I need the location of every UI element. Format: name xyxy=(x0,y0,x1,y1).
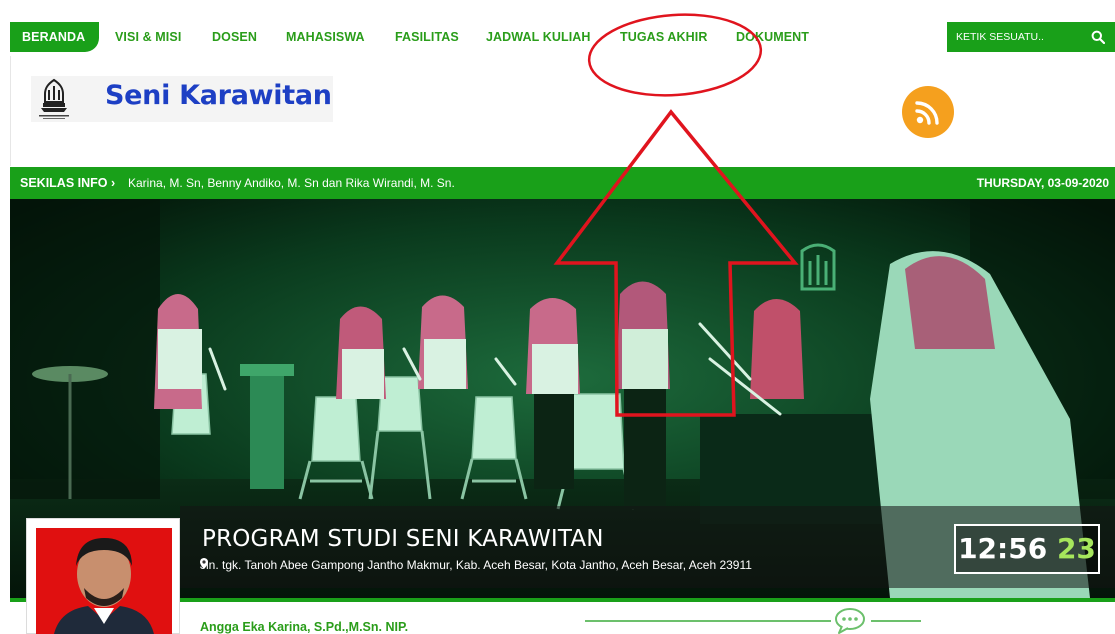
divider-line-right xyxy=(871,620,921,622)
search-box xyxy=(947,22,1115,52)
address: Jln. tgk. Tanoh Abee Gampong Jantho Makm… xyxy=(200,558,752,572)
nav-item-dosen[interactable]: DOSEN xyxy=(212,22,257,52)
rss-button[interactable] xyxy=(902,86,954,138)
search-button[interactable] xyxy=(1083,22,1113,52)
digital-clock: 12:56 23 xyxy=(954,524,1100,574)
nav-item-beranda[interactable]: BERANDA xyxy=(10,22,100,52)
top-navigation: BERANDA VISI & MISI DOSEN MAHASISWA FASI… xyxy=(10,20,1115,54)
current-date: THURSDAY, 03-09-2020 xyxy=(976,176,1109,190)
comment-icon xyxy=(835,608,865,634)
address-text: Jln. tgk. Tanoh Abee Gampong Jantho Makm… xyxy=(200,558,752,572)
ticker-label: SEKILAS INFO › xyxy=(20,176,116,190)
search-input[interactable] xyxy=(947,22,1077,52)
nav-item-mahasiswa[interactable]: MAHASISWA xyxy=(286,22,365,52)
news-ticker: SEKILAS INFO › Karina, M. Sn, Benny Andi… xyxy=(10,167,1115,199)
site-header: Seni Karawitan xyxy=(10,56,1115,166)
search-icon xyxy=(1091,30,1105,44)
nav-item-tugas-akhir[interactable]: TUGAS AKHIR xyxy=(620,22,707,52)
nav-item-fasilitas[interactable]: FASILITAS xyxy=(395,22,459,52)
divider-line-left xyxy=(585,620,831,622)
hero-caption: PROGRAM STUDI SENI KARAWITAN Jln. tgk. T… xyxy=(180,506,1115,588)
nav-item-visi-misi[interactable]: VISI & MISI xyxy=(115,22,181,52)
ticker-text[interactable]: Karina, M. Sn, Benny Andiko, M. Sn dan R… xyxy=(128,167,455,199)
avatar[interactable] xyxy=(26,518,180,634)
location-pin-icon xyxy=(200,558,208,569)
nav-item-jadwal-kuliah[interactable]: JADWAL KULIAH xyxy=(486,22,591,52)
program-title: PROGRAM STUDI SENI KARAWITAN xyxy=(202,526,604,552)
site-title: Seni Karawitan xyxy=(105,80,332,111)
clock-hours-minutes: 12:56 xyxy=(958,532,1048,565)
site-logo[interactable]: Seni Karawitan xyxy=(31,76,333,122)
institute-emblem-icon xyxy=(39,78,69,119)
profile-photo xyxy=(36,528,172,634)
nav-item-dokument[interactable]: DOKUMENT xyxy=(736,22,809,52)
chevron-right-icon: › xyxy=(111,176,116,190)
lecturer-name[interactable]: Angga Eka Karina, S.Pd.,M.Sn. NIP. xyxy=(200,620,408,634)
rss-icon xyxy=(915,101,939,125)
clock-seconds: 23 xyxy=(1056,532,1096,565)
